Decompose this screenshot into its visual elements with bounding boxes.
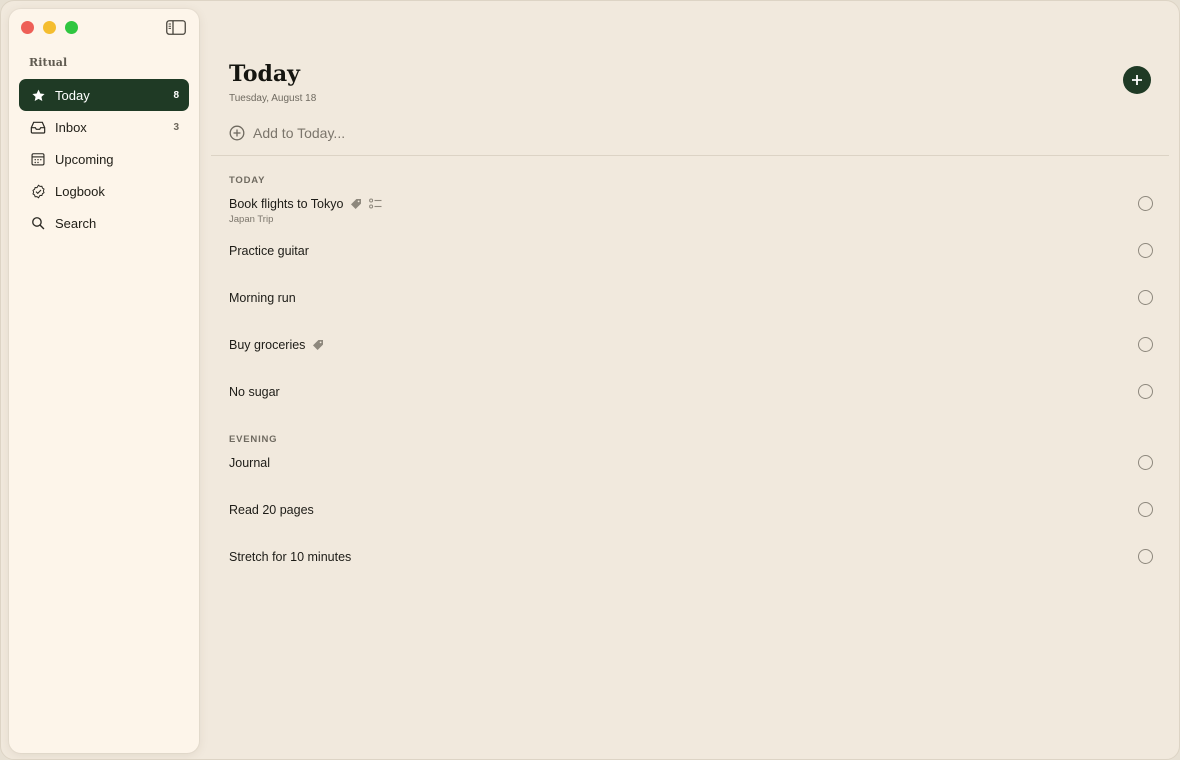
task-title: Morning run [229,291,296,305]
main-content: Today Tuesday, August 18 TODAY Book flig… [211,1,1179,759]
task-item[interactable]: Read 20 pages [229,502,1153,538]
task-checkbox[interactable] [1138,337,1153,352]
sidebar: Ritual Today 8 Inbox 3 Upcoming Logbook … [9,9,199,753]
check-badge-icon [30,183,46,199]
task-title: Book flights to Tokyo [229,197,344,211]
search-icon [30,215,46,231]
task-checkbox[interactable] [1138,290,1153,305]
header-divider [211,155,1169,156]
app-brand: Ritual [29,56,68,69]
task-project: Japan Trip [229,214,274,225]
tag-icon [350,198,362,210]
star-icon [30,87,46,103]
task-title: Buy groceries [229,338,306,352]
task-item[interactable]: Morning run [229,290,1153,326]
app-window: Ritual Today 8 Inbox 3 Upcoming Logbook … [0,0,1180,760]
sidebar-nav: Today 8 Inbox 3 Upcoming Logbook Search [19,79,189,239]
sidebar-item-search[interactable]: Search [19,207,189,239]
task-item[interactable]: Stretch for 10 minutes [229,549,1153,585]
checklist-icon [369,198,382,210]
sidebar-item-today[interactable]: Today 8 [19,79,189,111]
sidebar-item-upcoming[interactable]: Upcoming [19,143,189,175]
plus-icon [1132,75,1142,85]
sidebar-item-inbox[interactable]: Inbox 3 [19,111,189,143]
task-item[interactable]: Practice guitar [229,243,1153,279]
tag-icon [312,339,324,351]
close-window-button[interactable] [21,21,34,34]
sidebar-item-label: Upcoming [55,151,114,167]
sidebar-item-label: Inbox [55,119,87,135]
page-title: Today [229,61,300,87]
sidebar-item-label: Search [55,215,97,231]
sidebar-item-logbook[interactable]: Logbook [19,175,189,207]
task-item[interactable]: Buy groceries [229,337,1153,373]
task-item[interactable]: No sugar [229,384,1153,420]
sidebar-item-count: 3 [173,121,179,133]
task-checkbox[interactable] [1138,455,1153,470]
task-checkbox[interactable] [1138,502,1153,517]
calendar-icon [30,151,46,167]
task-item[interactable]: Journal [229,455,1153,491]
add-task-button[interactable] [1123,66,1151,94]
add-to-today-input[interactable] [253,125,553,141]
inbox-icon [30,119,46,135]
task-checkbox[interactable] [1138,384,1153,399]
section-label-evening: EVENING [229,434,278,445]
sidebar-item-label: Logbook [55,183,105,199]
task-title: Read 20 pages [229,503,314,517]
task-title: Practice guitar [229,244,309,258]
task-checkbox[interactable] [1138,549,1153,564]
zoom-window-button[interactable] [65,21,78,34]
section-label-today: TODAY [229,175,266,186]
task-title: Journal [229,456,270,470]
task-checkbox[interactable] [1138,243,1153,258]
task-title: No sugar [229,385,280,399]
sidebar-item-label: Today [55,87,90,103]
minimize-window-button[interactable] [43,21,56,34]
task-checkbox[interactable] [1138,196,1153,211]
sidebar-toggle-icon[interactable] [166,19,186,35]
sidebar-item-count: 8 [173,89,179,101]
page-date: Tuesday, August 18 [229,93,317,104]
task-item[interactable]: Book flights to Tokyo Japan Trip [229,196,1153,232]
add-to-today-row[interactable] [229,121,553,145]
window-controls [21,21,78,34]
task-title: Stretch for 10 minutes [229,550,352,564]
add-circle-icon [229,125,245,141]
